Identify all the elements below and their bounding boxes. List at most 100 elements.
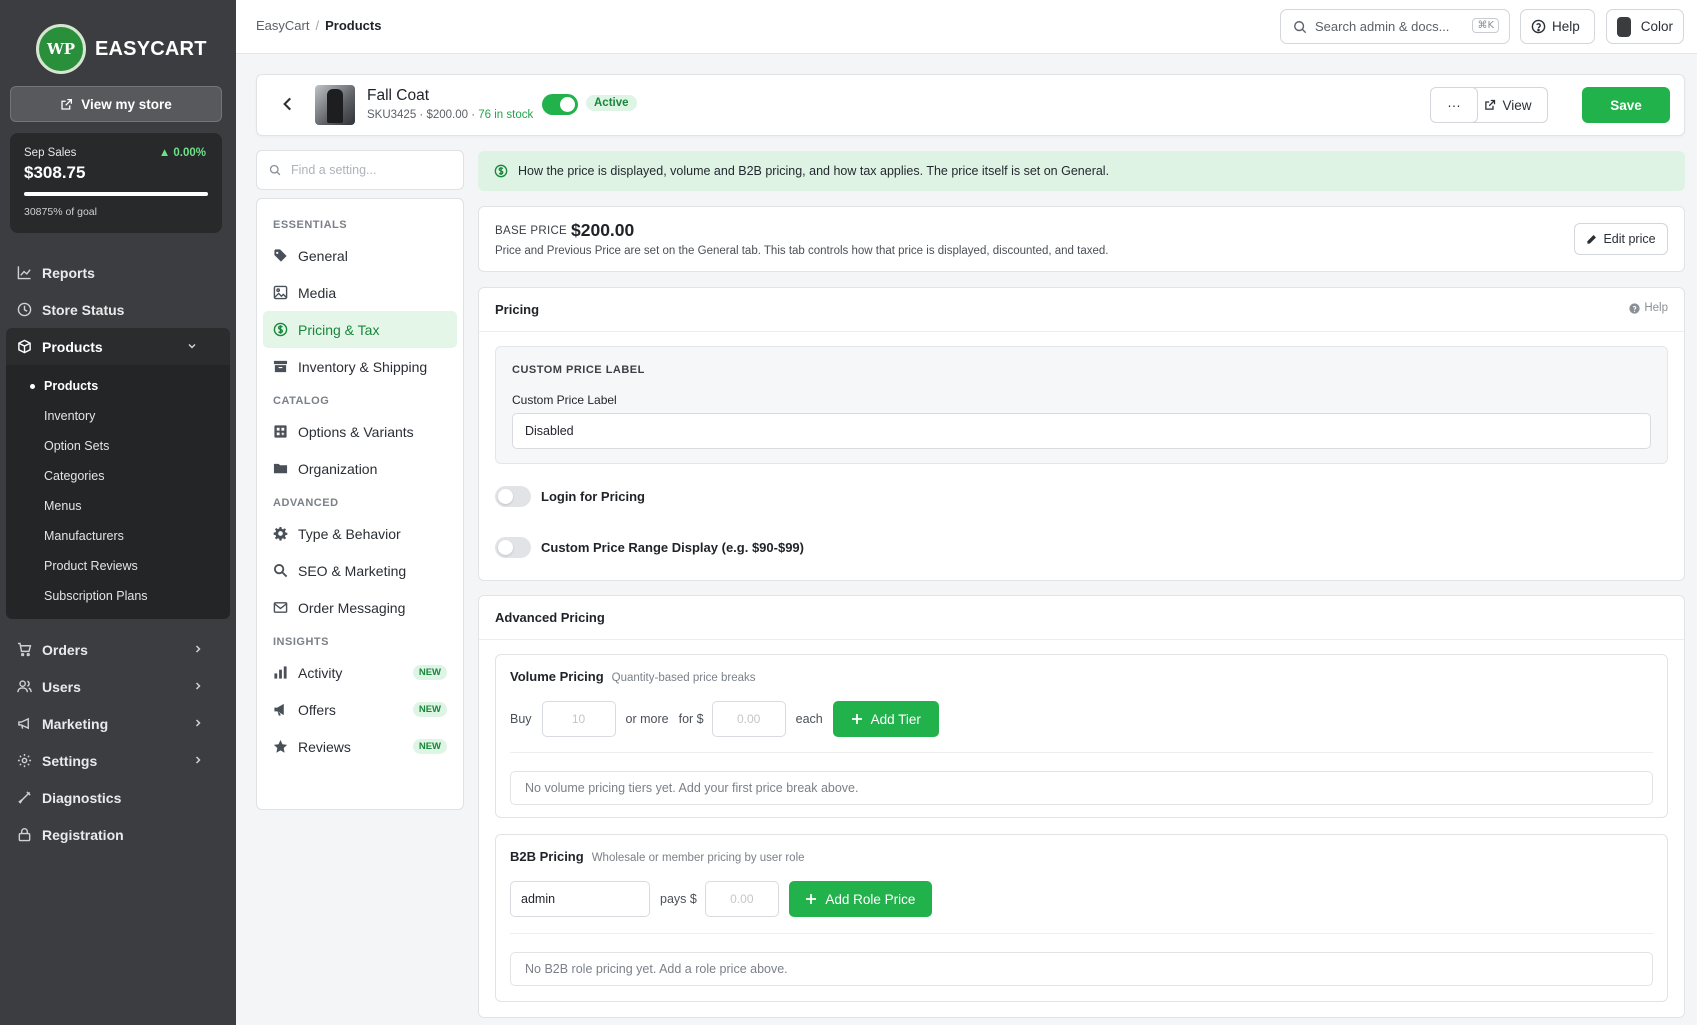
subnav-product-reviews[interactable]: Product Reviews: [6, 551, 230, 581]
sales-amount: $308.75: [24, 163, 86, 182]
help-label: Help: [1644, 302, 1668, 314]
subnav-inventory[interactable]: Inventory: [6, 401, 230, 431]
sales-change: ▲ 0.00%: [158, 147, 206, 159]
help-button[interactable]: Help: [1520, 9, 1595, 44]
cart-icon: [17, 642, 32, 657]
menu-label: Pricing & Tax: [298, 321, 380, 338]
pricing-help-link[interactable]: Help: [1629, 302, 1668, 314]
color-button[interactable]: Color: [1606, 9, 1684, 44]
subnav-menus[interactable]: Menus: [6, 491, 230, 521]
menu-item-media[interactable]: Media: [263, 274, 457, 311]
lock-icon: [18, 828, 31, 842]
view-button[interactable]: View: [1468, 87, 1548, 123]
menu-item-general[interactable]: General: [263, 237, 457, 274]
product-active-toggle[interactable]: [542, 94, 578, 115]
user-role-select[interactable]: admin: [510, 881, 650, 917]
subnav-subscription-plans[interactable]: Subscription Plans: [6, 581, 230, 611]
help-label: Help: [1552, 19, 1580, 34]
breadcrumb-root[interactable]: EasyCart: [256, 18, 309, 33]
product-stock: 76 in stock: [478, 109, 534, 121]
menu-label: Media: [298, 284, 337, 301]
pays-label: pays $: [660, 892, 697, 906]
brand[interactable]: WP EASYCART: [0, 0, 236, 80]
subnav-manufacturers[interactable]: Manufacturers: [6, 521, 230, 551]
role-price-input[interactable]: 0.00: [704, 881, 779, 917]
menu-label: Reviews: [298, 738, 351, 755]
back-arrow-icon[interactable]: [279, 95, 297, 113]
menu-label: SEO & Marketing: [298, 562, 407, 579]
nav-label: Marketing: [42, 715, 109, 732]
sales-goal-text: 30875% of goal: [24, 206, 97, 218]
search-icon: [269, 164, 281, 176]
menu-item-reviews[interactable]: Reviews NEW: [263, 728, 457, 765]
volume-pricing-box: Volume Pricing Quantity-based price break…: [495, 654, 1668, 818]
new-badge: NEW: [412, 665, 447, 680]
nav-store-status[interactable]: Store Status: [0, 291, 236, 328]
nav-reports[interactable]: Reports: [0, 254, 236, 291]
product-thumbnail[interactable]: [315, 85, 355, 125]
users-icon: [17, 680, 32, 693]
price-range-display-toggle[interactable]: [495, 537, 531, 558]
menu-item-order-messaging[interactable]: Order Messaging: [263, 589, 457, 626]
tier-quantity-input[interactable]: 10: [541, 701, 616, 737]
grid-plus-icon: [274, 425, 287, 438]
breadcrumb-current: Products: [325, 18, 382, 33]
megaphone-icon: [274, 703, 284, 716]
nav-label: Reports: [42, 264, 95, 281]
dollar-circle-icon: [273, 322, 288, 337]
menu-item-activity[interactable]: Activity NEW: [263, 654, 457, 691]
edit-price-button[interactable]: Edit price: [1574, 223, 1668, 255]
find-setting-input[interactable]: Find a setting...: [256, 150, 464, 190]
menu-item-pricing-tax[interactable]: Pricing & Tax: [263, 311, 457, 348]
more-actions-button[interactable]: ···: [1430, 87, 1478, 123]
save-button[interactable]: Save: [1582, 87, 1670, 123]
login-for-pricing-toggle[interactable]: [495, 486, 531, 507]
chevron-down-icon: [188, 343, 196, 349]
login-for-pricing-row: Login for Pricing: [495, 486, 645, 507]
admin-search-input[interactable]: Search admin & docs... ⌘K: [1280, 9, 1510, 44]
clock-icon: [17, 302, 32, 317]
menu-item-organization[interactable]: Organization: [263, 450, 457, 487]
info-banner-text: How the price is displayed, volume and B…: [518, 164, 1110, 178]
search-icon: [273, 563, 288, 578]
help-circle-icon: [1531, 19, 1546, 34]
more-label: ···: [1447, 97, 1461, 113]
divider: [510, 752, 1653, 753]
volume-pricing-hint: Quantity-based price breaks: [611, 672, 756, 684]
nav-users[interactable]: Users: [0, 668, 236, 705]
add-tier-button[interactable]: Add Tier: [832, 701, 939, 737]
main-nav: Reports Store Status Products Products I…: [0, 254, 236, 853]
nav-marketing[interactable]: Marketing: [0, 705, 236, 742]
nav-orders[interactable]: Orders: [0, 631, 236, 668]
custom-price-label-select[interactable]: Disabled: [512, 413, 1651, 449]
admin-sidebar: WP EASYCART View my store Sep Sales ▲ 0.…: [0, 0, 236, 1025]
color-swatch: [1617, 16, 1631, 37]
nav-settings[interactable]: Settings: [0, 742, 236, 779]
help-circle-icon: [1629, 302, 1640, 314]
menu-label: Order Messaging: [298, 599, 406, 616]
add-role-price-label: Add Role Price: [825, 891, 916, 907]
custom-price-label-box: CUSTOM PRICE LABEL Custom Price Label Di…: [495, 346, 1668, 464]
b2b-pricing-title: B2B Pricing Wholesale or member pricing b…: [510, 849, 805, 864]
menu-item-inventory-shipping[interactable]: Inventory & Shipping: [263, 348, 457, 385]
nav-products[interactable]: Products: [6, 328, 230, 365]
subnav-option-sets[interactable]: Option Sets: [6, 431, 230, 461]
breadcrumb: EasyCart / Products: [256, 18, 381, 33]
nav-diagnostics[interactable]: Diagnostics: [0, 779, 236, 816]
tier-price-input[interactable]: 0.00: [711, 701, 786, 737]
subnav-categories[interactable]: Categories: [6, 461, 230, 491]
menu-item-options-variants[interactable]: Options & Variants: [263, 413, 457, 450]
nav-registration[interactable]: Registration: [0, 816, 236, 853]
b2b-role-form: admin pays $ 0.00 Add Role Price: [510, 881, 932, 917]
view-my-store-button[interactable]: View my store: [10, 86, 222, 122]
new-badge: NEW: [412, 702, 447, 717]
or-more-label: or more: [625, 712, 669, 726]
b2b-pricing-box: B2B Pricing Wholesale or member pricing b…: [495, 834, 1668, 1002]
add-role-price-button[interactable]: Add Role Price: [788, 881, 932, 917]
breadcrumb-separator: /: [315, 18, 320, 33]
menu-item-seo-marketing[interactable]: SEO & Marketing: [263, 552, 457, 589]
menu-item-offers[interactable]: Offers NEW: [263, 691, 457, 728]
menu-item-type-behavior[interactable]: Type & Behavior: [263, 515, 457, 552]
subnav-products[interactable]: Products: [6, 371, 230, 401]
box-icon: [18, 339, 31, 354]
